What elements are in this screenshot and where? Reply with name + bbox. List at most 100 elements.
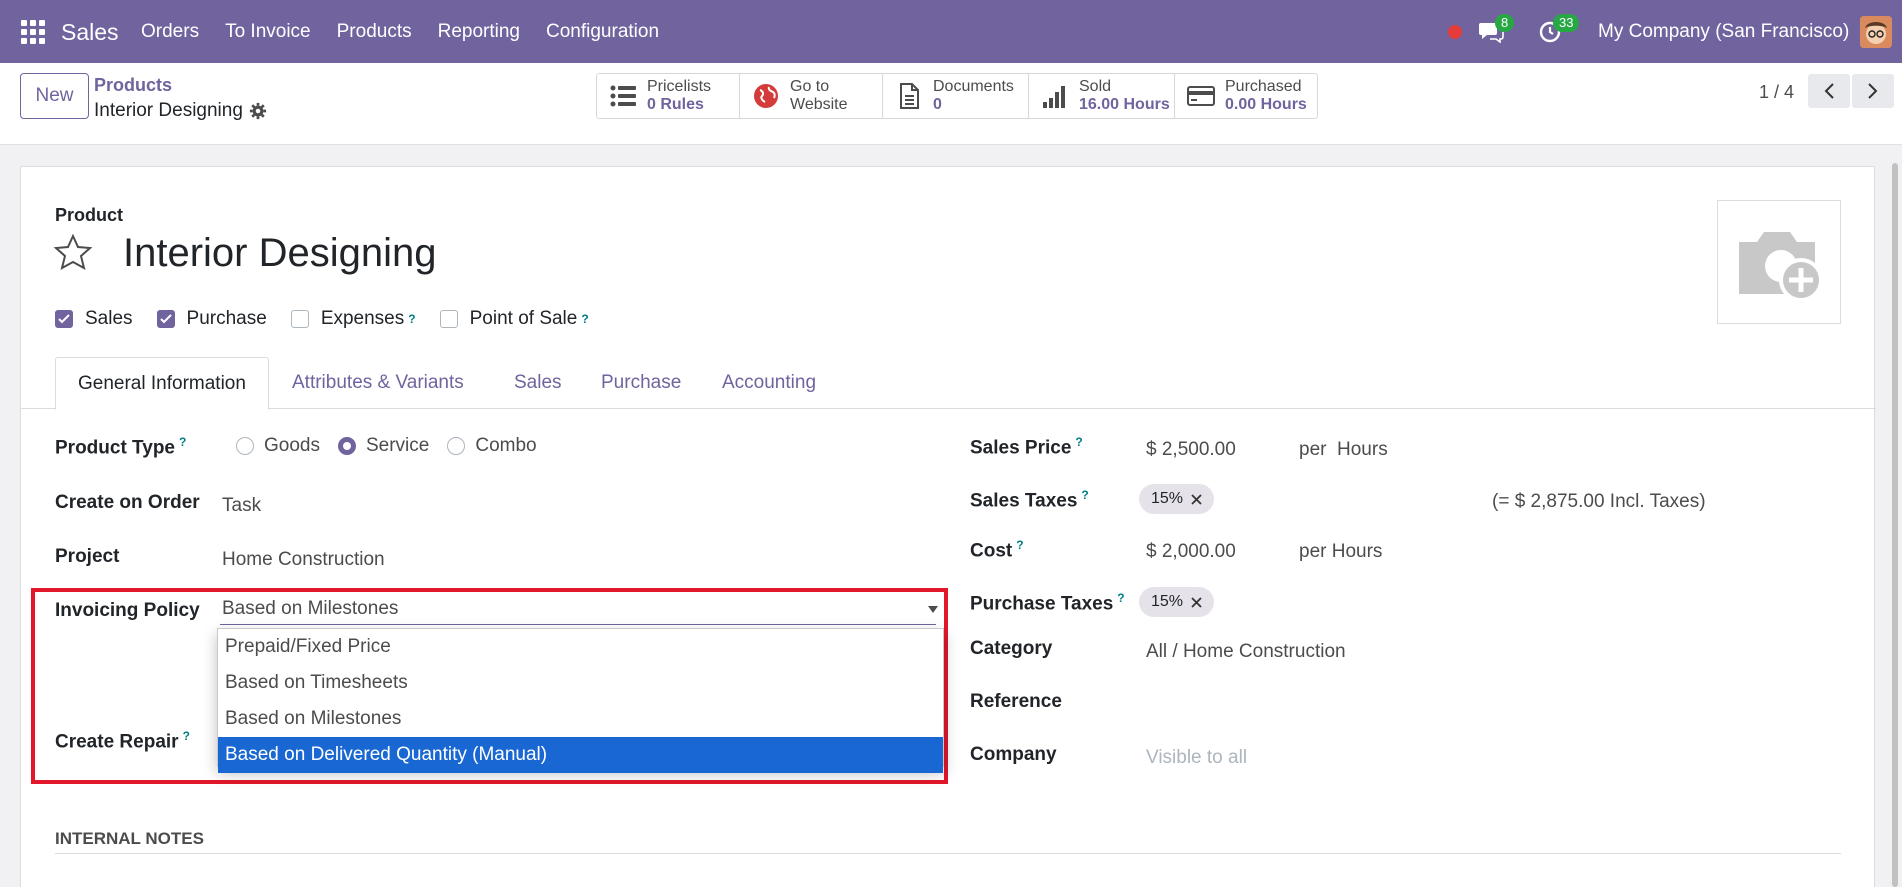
company-switcher[interactable]: My Company (San Francisco)	[1598, 21, 1849, 43]
checkbox-sales-label: Sales	[85, 308, 133, 329]
pager-previous-button[interactable]	[1808, 74, 1850, 108]
pricelists-button[interactable]: Pricelists 0 Rules	[597, 74, 740, 118]
checkbox-sales[interactable]: Sales	[55, 308, 133, 330]
option-based-on-milestones[interactable]: Based on Milestones	[218, 701, 943, 737]
chevron-right-icon	[1868, 83, 1878, 99]
breadcrumb-current-label: Interior Designing	[94, 100, 243, 121]
checkbox-point-of-sale[interactable]: Point of Sale?	[439, 308, 589, 330]
project-field[interactable]: Home Construction	[222, 549, 385, 571]
option-based-on-timesheets[interactable]: Based on Timesheets	[218, 665, 943, 701]
radio-service[interactable]: Service	[337, 435, 430, 457]
checkbox-empty[interactable]	[439, 310, 458, 328]
app-name[interactable]: Sales	[61, 19, 119, 46]
close-icon[interactable]	[1191, 493, 1202, 505]
menu-reporting[interactable]: Reporting	[438, 21, 520, 43]
radio-combo[interactable]: Combo	[447, 435, 537, 457]
new-button[interactable]: New	[20, 73, 89, 119]
checkbox-purchase[interactable]: Purchase	[156, 308, 267, 330]
close-icon[interactable]	[1191, 596, 1202, 608]
tab-accounting[interactable]: Accounting	[722, 357, 816, 409]
help-tooltip-icon[interactable]: ?	[408, 312, 415, 326]
list-icon	[610, 85, 636, 107]
recording-dot-icon[interactable]	[1448, 25, 1462, 39]
main-menu: Orders To Invoice Products Reporting Con…	[141, 21, 659, 43]
checkbox-pos-label: Point of Sale	[469, 308, 578, 329]
cost-uom: per Hours	[1299, 541, 1383, 562]
help-tooltip-icon[interactable]: ?	[179, 435, 186, 449]
sales-tax-tag-label: 15%	[1151, 490, 1184, 507]
radio-service-label: Service	[365, 435, 430, 456]
company-label: Company	[970, 744, 1057, 765]
check-icon[interactable]	[55, 310, 73, 328]
pager-next-button[interactable]	[1852, 74, 1894, 108]
cost-field[interactable]: $ 2,000.00	[1146, 541, 1236, 563]
tab-attributes-variants[interactable]: Attributes & Variants	[292, 357, 464, 409]
gear-icon[interactable]	[249, 102, 267, 120]
invoicing-policy-dropdown: Prepaid/Fixed Price Based on Timesheets …	[217, 628, 944, 773]
form-tabs: General Information Attributes & Variant…	[21, 357, 1876, 410]
create-on-order-field[interactable]: Task	[222, 495, 261, 517]
radio-circle-selected[interactable]	[337, 437, 356, 455]
sales-price-uom: per Hours	[1299, 439, 1388, 460]
pricelists-label: Pricelists	[647, 78, 712, 95]
purchase-tax-tag-label: 15%	[1151, 593, 1184, 610]
radio-circle[interactable]	[447, 437, 466, 455]
star-icon[interactable]	[53, 233, 93, 273]
reference-input[interactable]	[1146, 694, 1546, 718]
checkbox-expenses-label: Expenses	[320, 308, 405, 329]
sold-value: 16.00 Hours	[1079, 96, 1170, 113]
purchase-taxes-label: Purchase Taxes?	[970, 591, 1125, 615]
check-icon[interactable]	[156, 310, 175, 328]
messages-badge: 8	[1495, 14, 1515, 32]
option-based-on-delivered-quantity[interactable]: Based on Delivered Quantity (Manual)	[218, 737, 943, 773]
menu-products[interactable]: Products	[337, 21, 412, 43]
product-type-radio: Goods Service Combo	[236, 435, 555, 457]
category-field[interactable]: All / Home Construction	[1146, 641, 1346, 663]
globe-icon	[754, 84, 778, 108]
checkbox-empty[interactable]	[290, 310, 309, 328]
help-tooltip-icon[interactable]: ?	[1075, 435, 1082, 449]
purchased-value: 0.00 Hours	[1225, 96, 1307, 113]
user-avatar[interactable]	[1860, 16, 1892, 48]
sales-price-field[interactable]: $ 2,500.00	[1146, 439, 1236, 461]
chevron-left-icon	[1824, 83, 1834, 99]
help-tooltip-icon[interactable]: ?	[1016, 538, 1023, 552]
checkbox-expenses[interactable]: Expenses?	[290, 308, 416, 330]
sales-tax-tag[interactable]: 15%	[1139, 484, 1215, 514]
pager-counter[interactable]: 1 / 4	[1759, 82, 1794, 103]
tab-sales[interactable]: Sales	[514, 357, 562, 409]
tab-general-information[interactable]: General Information	[55, 357, 269, 410]
help-tooltip-icon[interactable]: ?	[1081, 488, 1088, 502]
radio-goods[interactable]: Goods	[236, 435, 320, 457]
incl-taxes-amount: (= $ 2,875.00 Incl. Taxes)	[1492, 491, 1706, 512]
product-checkboxes: Sales Purchase Expenses? Point of Sale?	[55, 308, 613, 330]
top-navbar: Sales Orders To Invoice Products Reporti…	[0, 0, 1902, 63]
sales-taxes-label: Sales Taxes?	[970, 488, 1089, 512]
menu-orders[interactable]: Orders	[141, 21, 199, 43]
option-prepaid-fixed-price[interactable]: Prepaid/Fixed Price	[218, 629, 943, 665]
smart-buttons: Pricelists 0 Rules Go to Website Documents…	[596, 73, 1318, 119]
menu-configuration[interactable]: Configuration	[546, 21, 659, 43]
help-tooltip-icon[interactable]: ?	[1117, 591, 1124, 605]
company-field[interactable]: Visible to all	[1146, 747, 1247, 769]
sold-button[interactable]: Sold 16.00 Hours	[1029, 74, 1175, 118]
purchased-button[interactable]: Purchased 0.00 Hours	[1175, 74, 1317, 118]
tab-purchase[interactable]: Purchase	[601, 357, 681, 409]
documents-button[interactable]: Documents 0	[883, 74, 1029, 118]
breadcrumb-products[interactable]: Products	[94, 75, 172, 96]
app-grid-icon[interactable]	[21, 20, 45, 44]
menu-to-invoice[interactable]: To Invoice	[225, 21, 311, 43]
radio-circle[interactable]	[236, 437, 254, 455]
camera-add-icon	[1739, 232, 1823, 302]
go-to-website-button[interactable]: Go to Website	[740, 74, 883, 118]
product-image-upload[interactable]	[1717, 200, 1841, 324]
scrollbar[interactable]	[1892, 163, 1898, 887]
internal-notes-label: INTERNAL NOTES	[55, 829, 204, 848]
help-tooltip-icon[interactable]: ?	[581, 312, 588, 326]
purchase-tax-tag[interactable]: 15%	[1139, 587, 1215, 617]
documents-label: Documents	[933, 78, 1014, 95]
pricelists-value: 0 Rules	[647, 96, 704, 113]
activities-badge: 33	[1553, 14, 1580, 32]
product-name[interactable]: Interior Designing	[123, 231, 437, 276]
breadcrumb-current: Interior Designing	[94, 100, 267, 122]
